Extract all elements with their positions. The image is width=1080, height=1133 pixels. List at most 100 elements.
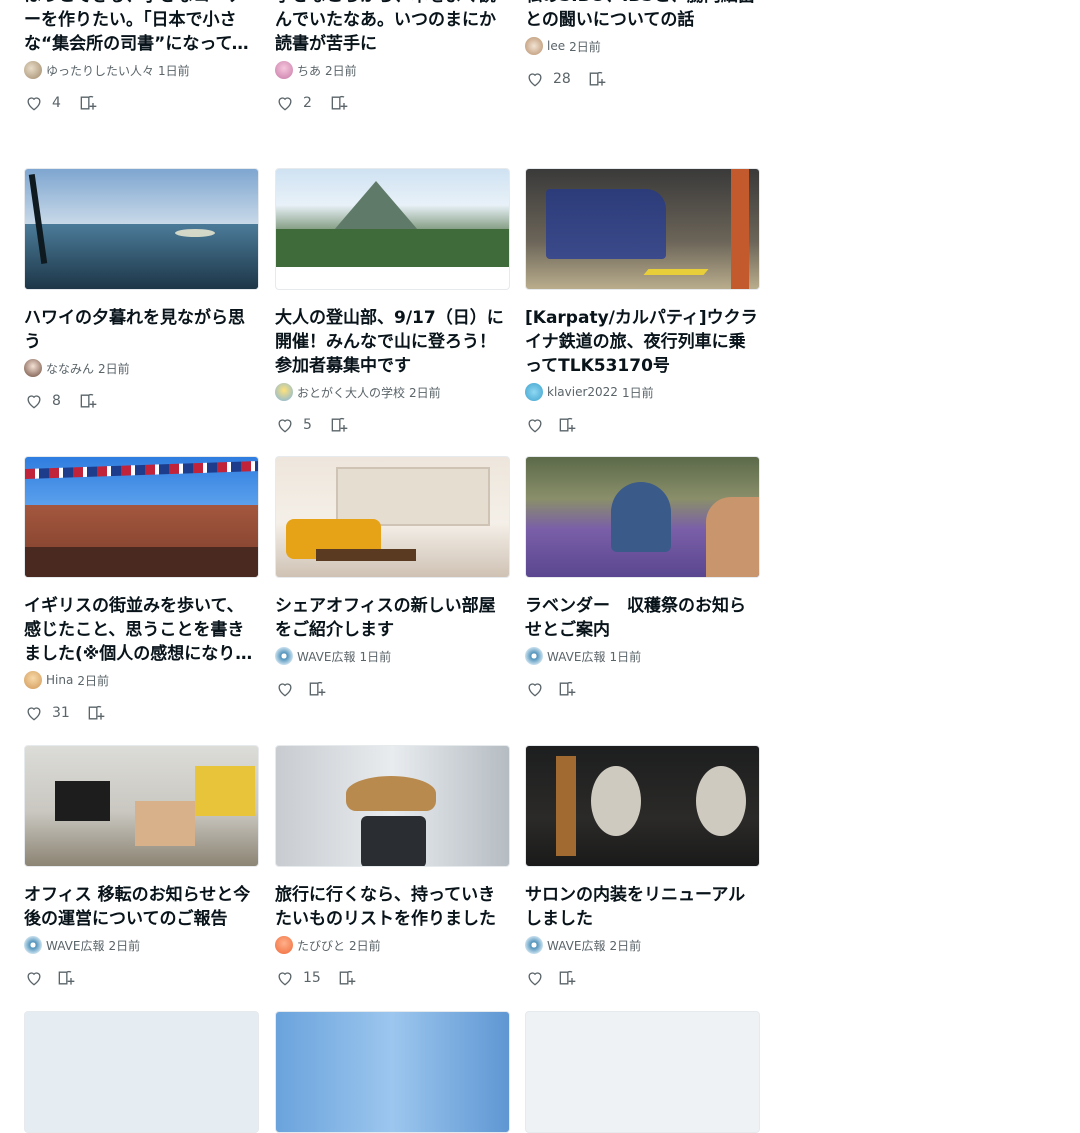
magazine-add-icon[interactable]: [56, 968, 76, 988]
like-count: 2: [303, 95, 312, 111]
note-card[interactable]: ハワイの夕暮れを見ながら思う ななみん 2日前 8: [24, 168, 259, 411]
author-name[interactable]: Hina: [46, 673, 73, 687]
thumbnail-image[interactable]: [525, 745, 760, 867]
note-card[interactable]: 大人の登山部、9/17（日）に開催！みんなで山に登ろう！参加者募集中です おとが…: [275, 168, 510, 435]
like-count: 5: [303, 417, 312, 433]
note-title[interactable]: ほっとできる、小さなコーナーを作りたい。「日本で小さな“集会所の司書”になって、…: [24, 0, 259, 56]
note-title[interactable]: イギリスの街並みを歩いて、感じたこと、思うことを書きました(※個人の感想になりま…: [24, 594, 259, 666]
heart-outline-icon[interactable]: [24, 703, 44, 723]
heart-outline-icon[interactable]: [525, 679, 545, 699]
avatar[interactable]: [24, 359, 42, 377]
heart-outline-icon[interactable]: [24, 391, 44, 411]
author-name[interactable]: lee: [547, 39, 565, 53]
author-name[interactable]: たびびと: [297, 937, 345, 954]
heart-outline-icon[interactable]: [275, 93, 295, 113]
magazine-add-icon[interactable]: [307, 679, 327, 699]
note-card[interactable]: イギリスの街並みを歩いて、感じたこと、思うことを書きました(※個人の感想になりま…: [24, 456, 259, 723]
heart-outline-icon[interactable]: [275, 679, 295, 699]
like-count: 28: [553, 71, 571, 87]
magazine-add-icon[interactable]: [337, 968, 357, 988]
author-name[interactable]: おとがく大人の学校: [297, 384, 405, 401]
avatar[interactable]: [275, 936, 293, 954]
heart-outline-icon[interactable]: [275, 415, 295, 435]
note-title[interactable]: 大人の登山部、9/17（日）に開催！みんなで山に登ろう！参加者募集中です: [275, 306, 510, 378]
thumbnail-image[interactable]: [275, 745, 510, 867]
author-name[interactable]: WAVE広報: [297, 648, 355, 665]
author-name[interactable]: ななみん: [46, 360, 94, 377]
author-name[interactable]: klavier2022: [547, 385, 618, 399]
note-actions: 2: [275, 93, 510, 113]
note-title[interactable]: シェアオフィスの新しい部屋をご紹介します: [275, 594, 510, 642]
thumbnail-image[interactable]: [275, 168, 510, 290]
magazine-add-icon[interactable]: [78, 391, 98, 411]
note-actions: 5: [275, 415, 510, 435]
author-name[interactable]: WAVE広報: [46, 937, 104, 954]
magazine-add-icon[interactable]: [86, 703, 106, 723]
magazine-add-icon[interactable]: [557, 679, 577, 699]
avatar[interactable]: [275, 383, 293, 401]
magazine-add-icon[interactable]: [557, 968, 577, 988]
avatar[interactable]: [525, 647, 543, 665]
note-card[interactable]: ラベンダー 収穫祭のお知らせとご案内 WAVE広報 1日前: [525, 456, 760, 699]
note-card[interactable]: サロンの内装をリニューアルしました WAVE広報 2日前: [525, 745, 760, 988]
avatar[interactable]: [525, 383, 543, 401]
avatar[interactable]: [275, 61, 293, 79]
thumbnail-image[interactable]: [24, 168, 259, 290]
like-count: 15: [303, 970, 321, 986]
post-time: 2日前: [108, 938, 141, 953]
note-title[interactable]: 小さなころから、本をよく読んでいたなあ。いつのまにか読書が苦手に: [275, 0, 510, 56]
note-title[interactable]: [Karpaty/カルパティ]ウクライナ鉄道の旅、夜行列車に乗ってTLK5317…: [525, 306, 760, 378]
note-card[interactable]: 小さなころから、本をよく読んでいたなあ。いつのまにか読書が苦手に ちあ 2日前 …: [275, 0, 510, 113]
avatar[interactable]: [525, 37, 543, 55]
thumbnail-image[interactable]: [24, 745, 259, 867]
avatar[interactable]: [525, 936, 543, 954]
thumbnail-image[interactable]: [24, 1011, 259, 1133]
post-time: 2日前: [409, 385, 441, 400]
note-card[interactable]: 旅行に行くなら、持っていきたいものリストを作りました たびびと 2日前 15: [275, 745, 510, 988]
note-card[interactable]: [525, 1011, 760, 1133]
note-card[interactable]: [24, 1011, 259, 1133]
thumbnail-image[interactable]: [525, 1011, 760, 1133]
heart-outline-icon[interactable]: [525, 415, 545, 435]
avatar[interactable]: [24, 61, 42, 79]
author-name[interactable]: ちあ: [297, 62, 321, 79]
heart-outline-icon[interactable]: [24, 93, 44, 113]
note-actions: 8: [24, 391, 259, 411]
note-title[interactable]: ハワイの夕暮れを見ながら思う: [24, 306, 259, 354]
magazine-add-icon[interactable]: [329, 93, 349, 113]
note-card[interactable]: 私のSIBO、IBSと、腸内細菌との闘いについての話 lee 2日前 28: [525, 0, 760, 89]
thumbnail-image[interactable]: [24, 456, 259, 578]
note-card[interactable]: シェアオフィスの新しい部屋をご紹介します WAVE広報 1日前: [275, 456, 510, 699]
note-title[interactable]: 旅行に行くなら、持っていきたいものリストを作りました: [275, 883, 510, 931]
thumbnail-image[interactable]: [525, 456, 760, 578]
note-title[interactable]: 私のSIBO、IBSと、腸内細菌との闘いについての話: [525, 0, 760, 32]
avatar[interactable]: [24, 936, 42, 954]
note-title[interactable]: サロンの内装をリニューアルしました: [525, 883, 760, 931]
thumbnail-image[interactable]: [275, 456, 510, 578]
heart-outline-icon[interactable]: [525, 69, 545, 89]
thumbnail-image[interactable]: [275, 1011, 510, 1133]
avatar[interactable]: [275, 647, 293, 665]
note-card[interactable]: オフィス 移転のお知らせと今後の運営についてのご報告 WAVE広報 2日前: [24, 745, 259, 988]
thumbnail-image[interactable]: [525, 168, 760, 290]
note-card[interactable]: ほっとできる、小さなコーナーを作りたい。「日本で小さな“集会所の司書”になって、…: [24, 0, 259, 113]
note-card[interactable]: [Karpaty/カルパティ]ウクライナ鉄道の旅、夜行列車に乗ってTLK5317…: [525, 168, 760, 435]
magazine-add-icon[interactable]: [557, 415, 577, 435]
heart-outline-icon[interactable]: [525, 968, 545, 988]
like-count: 8: [52, 393, 61, 409]
note-title[interactable]: ラベンダー 収穫祭のお知らせとご案内: [525, 594, 760, 642]
author-name[interactable]: ゆったりしたい人々: [46, 62, 154, 79]
note-card[interactable]: [275, 1011, 510, 1133]
note-title[interactable]: オフィス 移転のお知らせと今後の運営についてのご報告: [24, 883, 259, 931]
heart-outline-icon[interactable]: [275, 968, 295, 988]
heart-outline-icon[interactable]: [24, 968, 44, 988]
magazine-add-icon[interactable]: [78, 93, 98, 113]
note-meta: Hina 2日前: [24, 671, 259, 689]
magazine-add-icon[interactable]: [587, 69, 607, 89]
note-meta: WAVE広報 1日前: [275, 647, 510, 665]
avatar[interactable]: [24, 671, 42, 689]
magazine-add-icon[interactable]: [329, 415, 349, 435]
author-name[interactable]: WAVE広報: [547, 648, 605, 665]
post-time: 2日前: [98, 361, 130, 376]
author-name[interactable]: WAVE広報: [547, 937, 605, 954]
